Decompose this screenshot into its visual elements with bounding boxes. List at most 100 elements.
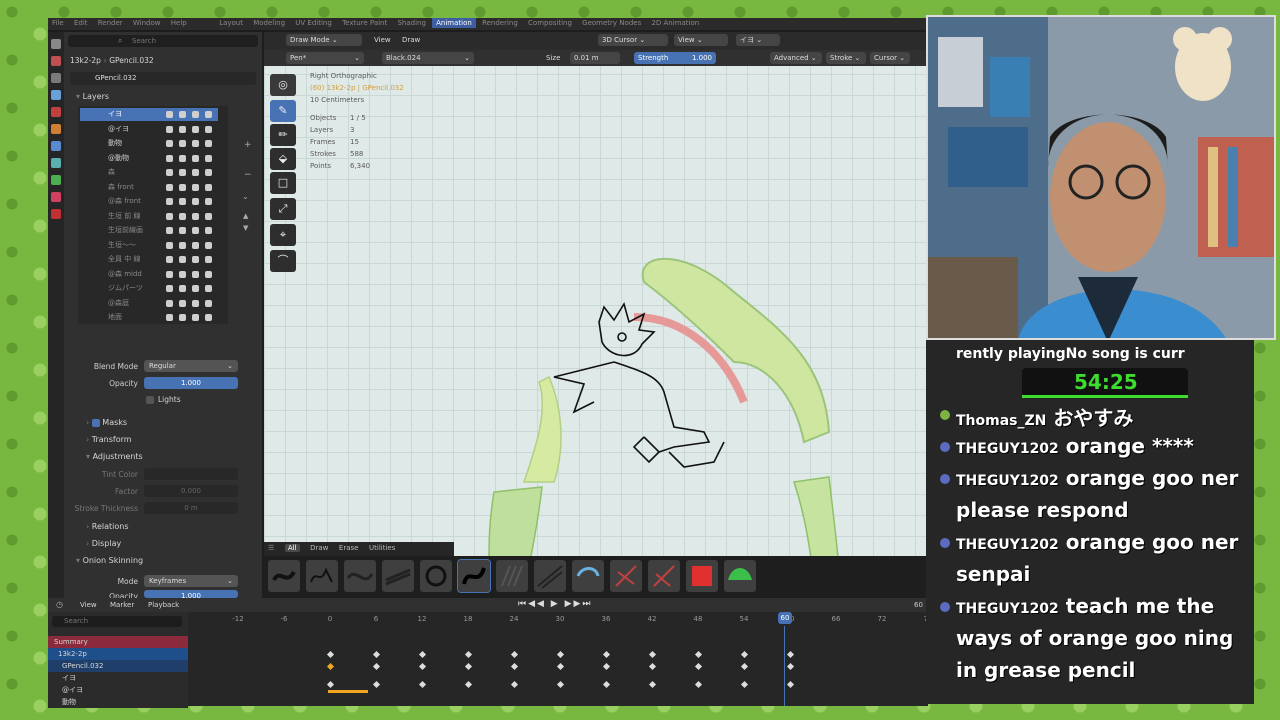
onion-skinning-header[interactable]: ▾ Onion Skinning [76, 554, 143, 568]
add-layer-icon[interactable]: + [244, 140, 252, 150]
display-header[interactable]: › Display [86, 537, 121, 551]
workspace-tab[interactable]: Modeling [249, 18, 289, 28]
menu-window[interactable]: Window [129, 18, 165, 28]
menu-hamburger-icon[interactable]: ☰ [268, 544, 274, 552]
keyframe[interactable] [464, 650, 473, 659]
layer-item[interactable]: 森 [80, 166, 218, 179]
timeline-channel[interactable]: 13k2-2p [48, 648, 188, 660]
keyframe[interactable] [372, 662, 381, 671]
layer-visibility-controls[interactable] [166, 270, 212, 278]
workspace-tab[interactable]: Geometry Nodes [578, 18, 645, 28]
layer-visibility-controls[interactable] [166, 299, 212, 307]
keyframe[interactable] [418, 662, 427, 671]
data-name-field[interactable]: GPencil.032 [70, 72, 256, 85]
brush-thumbnail[interactable] [382, 560, 414, 592]
brush-thumbnail[interactable] [268, 560, 300, 592]
layer-visibility-controls[interactable] [166, 111, 212, 118]
gpencil-data-tab-icon[interactable] [51, 175, 61, 185]
onion-mode-select[interactable]: Keyframes ⌄ [144, 575, 238, 587]
layer-item[interactable]: 森 front [80, 181, 218, 194]
keyframe[interactable] [648, 680, 657, 689]
layer-visibility-controls[interactable] [166, 183, 212, 191]
tool-tab-icon[interactable] [51, 39, 61, 49]
layer-item[interactable]: 生垣 前 線 [80, 210, 218, 223]
workspace-tab[interactable]: UV Editing [291, 18, 336, 28]
layer-visibility-controls[interactable] [166, 198, 212, 205]
keyframe[interactable] [786, 650, 795, 659]
brush-thumbnail[interactable] [420, 560, 452, 592]
layer-visibility-controls[interactable] [166, 212, 212, 220]
keyframe[interactable] [786, 662, 795, 671]
layers-header[interactable]: ▾ Layers [76, 90, 109, 104]
timeline-search[interactable]: Search [52, 616, 182, 627]
workspace-tab[interactable]: 2D Animation [647, 18, 703, 28]
keyframe[interactable] [602, 650, 611, 659]
relations-header[interactable]: › Relations [86, 520, 129, 534]
keyframe[interactable] [740, 650, 749, 659]
layer-visibility-controls[interactable] [166, 125, 212, 133]
breadcrumb-scene[interactable]: 13k2-2p [70, 56, 101, 65]
keyframe[interactable] [556, 680, 565, 689]
workspace-tab[interactable]: Compositing [524, 18, 576, 28]
keyframe[interactable] [786, 680, 795, 689]
layer-visibility-controls[interactable] [166, 154, 212, 162]
dopesheet-timeline[interactable]: Search Summary 13k2-2p GPencil.032 イヨ @イヨ 動物 … [48, 612, 932, 708]
breadcrumb-object[interactable]: GPencil.032 [109, 56, 153, 65]
brush-thumbnail[interactable] [686, 560, 718, 592]
workspace-tab[interactable]: Layout [215, 18, 247, 28]
layer-item[interactable]: 地面 [80, 311, 218, 324]
keyframe[interactable] [418, 680, 427, 689]
keyframe[interactable] [556, 650, 565, 659]
workspace-tab[interactable]: Shading [393, 18, 429, 28]
timeline-channel[interactable]: イヨ [48, 672, 188, 684]
current-frame-field[interactable]: 60 [914, 601, 923, 609]
layer-visibility-controls[interactable] [166, 256, 212, 263]
keyframe[interactable] [602, 680, 611, 689]
transform-header[interactable]: › Transform [86, 433, 132, 447]
remove-layer-icon[interactable]: − [244, 170, 252, 180]
keyframe[interactable] [372, 650, 381, 659]
workspace-tab[interactable]: Rendering [478, 18, 522, 28]
menu-help[interactable]: Help [167, 18, 191, 28]
brush-thumbnail[interactable] [648, 560, 680, 592]
brush-tab-utilities[interactable]: Utilities [369, 544, 395, 552]
keyframe[interactable] [602, 662, 611, 671]
brush-tab-erase[interactable]: Erase [339, 544, 359, 552]
layer-visibility-controls[interactable] [166, 314, 212, 321]
keyframe[interactable] [694, 680, 703, 689]
move-up-icon[interactable]: ▲ [243, 212, 248, 220]
menu-edit[interactable]: Edit [70, 18, 92, 28]
onion-opacity-slider[interactable]: 1.000 [144, 590, 238, 598]
brush-tab-all[interactable]: All [284, 544, 300, 552]
clock-icon[interactable]: ◷ [56, 600, 63, 609]
timeline-channel[interactable]: @イヨ [48, 684, 188, 696]
layer-item[interactable]: 全員 中 線 [80, 253, 218, 266]
masks-checkbox[interactable] [91, 418, 100, 427]
timeline-channel[interactable]: 動物 [48, 696, 188, 708]
layer-visibility-controls[interactable] [166, 285, 212, 292]
keyframe[interactable] [464, 680, 473, 689]
keyframe[interactable] [372, 680, 381, 689]
layer-item[interactable]: 動物 [80, 137, 218, 150]
keyframe[interactable] [326, 680, 335, 689]
layer-item[interactable]: @森 midd [80, 268, 218, 281]
output-tab-icon[interactable] [51, 73, 61, 83]
keyframe[interactable] [740, 662, 749, 671]
chevron-down-icon[interactable]: ⌄ [242, 192, 249, 201]
brush-thumbnail[interactable] [572, 560, 604, 592]
layer-visibility-controls[interactable] [166, 169, 212, 176]
keyframe[interactable] [418, 650, 427, 659]
brush-thumbnail[interactable] [724, 560, 756, 592]
layer-visibility-controls[interactable] [166, 227, 212, 234]
keyframe[interactable] [326, 650, 335, 659]
3d-viewport[interactable]: Draw Mode ⌄ View Draw 3D Cursor ⌄ View ⌄… [264, 32, 928, 566]
lights-checkbox[interactable] [146, 396, 154, 404]
brush-tab-draw[interactable]: Draw [310, 544, 328, 552]
modifier-tab-icon[interactable] [51, 141, 61, 151]
playback-controls[interactable]: ⏮◀◀ ▶ ▶▶⏭ [518, 599, 593, 609]
properties-search[interactable]: ⌕ Search [68, 35, 258, 47]
layer-item[interactable]: @森庭 [80, 297, 218, 310]
render-tab-icon[interactable] [51, 56, 61, 66]
view-layer-tab-icon[interactable] [51, 90, 61, 100]
brush-thumbnail[interactable] [534, 560, 566, 592]
